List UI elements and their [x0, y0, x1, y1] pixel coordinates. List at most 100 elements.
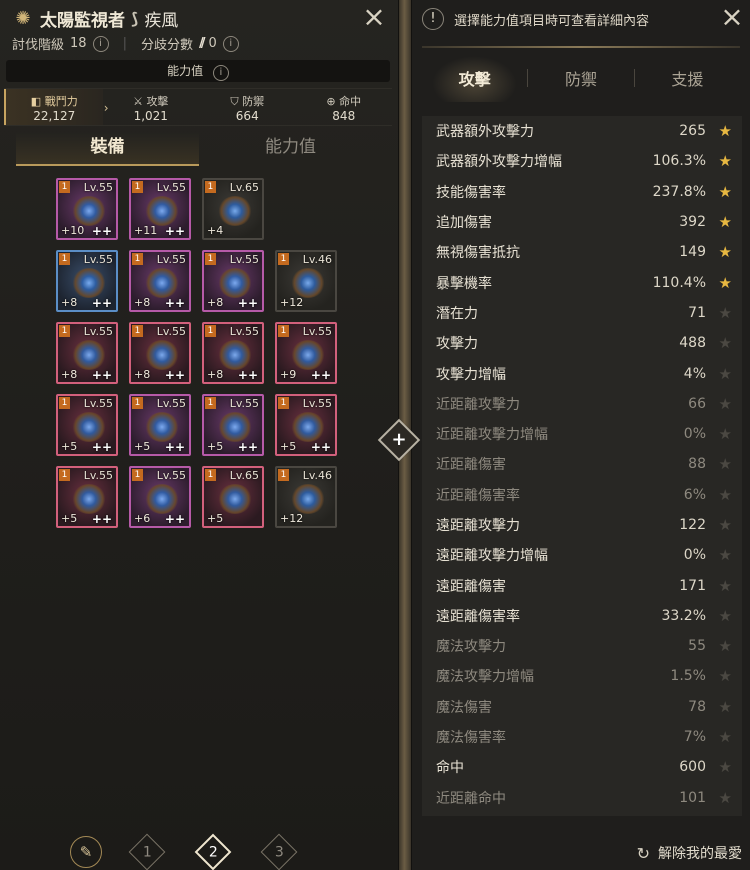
star-icon[interactable]: ★ [706, 758, 732, 776]
stat-row[interactable]: 近距離命中 101 ★ [422, 783, 742, 813]
star-icon[interactable]: ★ [706, 274, 732, 292]
stat-row[interactable]: 攻擊力 488 ★ [422, 328, 742, 358]
star-icon[interactable]: ★ [706, 516, 732, 534]
stat-row[interactable]: 無視傷害抵抗 149 ★ [422, 237, 742, 267]
stat-row[interactable]: 近距離攻擊力增幅 0% ★ [422, 419, 742, 449]
stat-row[interactable]: 技能傷害率 237.8% ★ [422, 177, 742, 207]
gear-slot[interactable]: 1 Lv.55 +5 ++ [275, 394, 337, 456]
gear-slot[interactable]: 1 Lv.65 +5 [202, 466, 264, 528]
stat-value: 600 [679, 759, 706, 776]
star-icon[interactable]: ★ [706, 728, 732, 746]
preset-1-button[interactable]: 1 [128, 833, 166, 870]
star-icon[interactable]: ★ [706, 304, 732, 322]
star-icon[interactable]: ★ [706, 698, 732, 716]
star-icon[interactable]: ★ [706, 183, 732, 201]
accuracy-stat[interactable]: ⊕ 命中 848 [296, 89, 393, 125]
stat-row[interactable]: 遠距離傷害率 33.2% ★ [422, 601, 742, 631]
attack-stat[interactable]: ⚔ 攻擊 1,021 [103, 89, 200, 125]
gear-item-icon [145, 196, 179, 226]
gear-level: Lv.55 [83, 469, 113, 482]
star-icon[interactable]: ★ [706, 607, 732, 625]
defense-stat[interactable]: ⛉ 防禦 664 [199, 89, 296, 125]
star-icon[interactable]: ★ [706, 455, 732, 473]
gear-slot[interactable]: 1 Lv.55 +5 ++ [202, 394, 264, 456]
stat-row[interactable]: 武器額外攻擊力增幅 106.3% ★ [422, 146, 742, 176]
remove-favorite-button[interactable]: ↻ 解除我的最愛 [637, 843, 742, 863]
stat-value: 122 [679, 517, 706, 533]
stat-name: 魔法傷害率 [436, 730, 506, 747]
star-icon[interactable]: ★ [706, 395, 732, 413]
tab-ability[interactable]: 能力值 [199, 132, 382, 166]
sun-emblem-icon: ✺ [15, 7, 31, 29]
star-icon[interactable]: ★ [706, 243, 732, 261]
stat-row[interactable]: 潛在力 71 ★ [422, 298, 742, 328]
gear-slot[interactable]: 1 Lv.55 +8 ++ [202, 322, 264, 384]
star-icon[interactable]: ★ [706, 365, 732, 383]
gear-slot[interactable]: 1 Lv.65 +4 [202, 178, 264, 240]
stat-row[interactable]: 魔法攻擊力 55 ★ [422, 631, 742, 661]
stat-row[interactable]: 暴擊機率 110.4% ★ [422, 267, 742, 297]
info-icon[interactable]: i [212, 65, 229, 81]
gear-slot[interactable]: 1 Lv.55 +5 ++ [129, 394, 191, 456]
star-icon[interactable]: ★ [706, 152, 732, 170]
star-icon[interactable]: ★ [706, 546, 732, 564]
tier-badge: 1 [59, 325, 70, 337]
star-icon[interactable]: ★ [706, 122, 732, 140]
star-icon[interactable]: ★ [706, 667, 732, 685]
stat-name: 近距離傷害 [436, 457, 506, 474]
tab-equipment[interactable]: 裝備 [16, 132, 199, 166]
star-icon[interactable]: ★ [706, 637, 732, 655]
tab-defense[interactable]: 防禦 [528, 66, 633, 90]
star-icon[interactable]: ★ [706, 577, 732, 595]
star-icon[interactable]: ★ [706, 213, 732, 231]
gear-slot[interactable]: 1 Lv.46 +12 [275, 250, 337, 312]
star-icon[interactable]: ★ [706, 789, 732, 807]
star-icon[interactable]: ★ [706, 486, 732, 504]
tier-badge: 1 [205, 325, 216, 337]
stat-name: 命中 [436, 760, 464, 777]
close-icon[interactable]: × [718, 3, 746, 32]
stat-row[interactable]: 遠距離傷害 171 ★ [422, 570, 742, 600]
info-icon[interactable]: i [222, 35, 239, 52]
stat-row[interactable]: 遠距離攻擊力增幅 0% ★ [422, 540, 742, 570]
edit-icon[interactable]: ✎ [70, 836, 102, 868]
stat-row[interactable]: 魔法傷害率 7% ★ [422, 722, 742, 752]
gear-slot[interactable]: 1 Lv.55 +6 ++ [129, 466, 191, 528]
stat-row[interactable]: 命中 600 ★ [422, 752, 742, 782]
stat-row[interactable]: 武器額外攻擊力 265 ★ [422, 116, 742, 146]
combat-power-stat[interactable]: ◧ 戰鬥力 22,127 › [4, 89, 109, 125]
stat-row[interactable]: 魔法傷害 78 ★ [422, 692, 742, 722]
preset-label: 1 [142, 843, 152, 860]
tab-attack[interactable]: 攻擊 [422, 56, 527, 102]
stat-row[interactable]: 攻擊力增幅 4% ★ [422, 358, 742, 388]
stat-row[interactable]: 遠距離攻擊力 122 ★ [422, 510, 742, 540]
gear-slot[interactable]: 1 Lv.55 +9 ++ [275, 322, 337, 384]
gear-slot[interactable]: 1 Lv.55 +8 ++ [202, 250, 264, 312]
gear-slot[interactable]: 1 Lv.55 +8 ++ [56, 322, 118, 384]
gear-slot[interactable]: 1 Lv.55 +8 ++ [129, 250, 191, 312]
stat-row[interactable]: 魔法攻擊力增幅 1.5% ★ [422, 661, 742, 691]
stat-row[interactable]: 追加傷害 392 ★ [422, 207, 742, 237]
gear-slot[interactable]: 1 Lv.55 +11 ++ [129, 178, 191, 240]
stat-label: 防禦 [242, 95, 265, 108]
gear-slot[interactable]: 1 Lv.55 +8 ++ [129, 322, 191, 384]
gear-level: Lv.55 [156, 325, 186, 338]
ability-bar[interactable]: 能力值 i [6, 60, 390, 82]
star-icon[interactable]: ★ [706, 425, 732, 443]
preset-2-button[interactable]: 2 [194, 833, 232, 870]
gear-slot[interactable]: 1 Lv.46 +12 [275, 466, 337, 528]
gear-slot[interactable]: 1 Lv.55 +8 ++ [56, 250, 118, 312]
gear-level: Lv.55 [302, 325, 332, 338]
preset-3-button[interactable]: 3 [260, 833, 298, 870]
stat-row[interactable]: 近距離傷害率 6% ★ [422, 480, 742, 510]
stat-row[interactable]: 近距離攻擊力 66 ★ [422, 389, 742, 419]
info-icon[interactable]: i [92, 35, 109, 52]
gear-slot[interactable]: 1 Lv.55 +10 ++ [56, 178, 118, 240]
gear-slot[interactable]: 1 Lv.55 +5 ++ [56, 394, 118, 456]
tab-support[interactable]: 支援 [635, 66, 740, 90]
close-icon[interactable]: × [360, 3, 388, 32]
tab-label: 防禦 [564, 70, 597, 89]
stat-row[interactable]: 近距離傷害 88 ★ [422, 449, 742, 479]
gear-slot[interactable]: 1 Lv.55 +5 ++ [56, 466, 118, 528]
star-icon[interactable]: ★ [706, 334, 732, 352]
